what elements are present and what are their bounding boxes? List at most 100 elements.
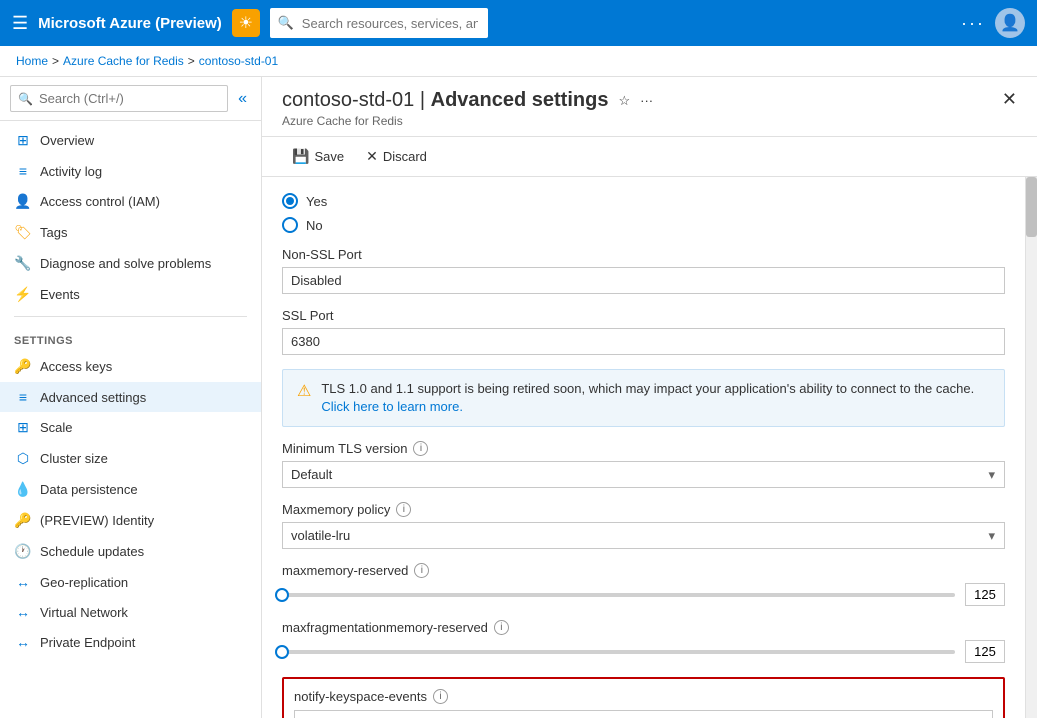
maxfragmentation-value-input[interactable] [965,640,1005,663]
events-icon: ⚡ [14,286,32,303]
tls-warning-text: TLS 1.0 and 1.1 support is being retired… [321,380,990,416]
access-keys-icon: 🔑 [14,358,32,375]
tls-learn-more-link[interactable]: Click here to learn more. [321,399,463,414]
radio-no[interactable]: No [282,217,1005,233]
sidebar-item-cluster-size[interactable]: ⬡ Cluster size [0,443,261,474]
sidebar-search-icon: 🔍 [18,92,33,106]
maxfragmentation-info-icon[interactable]: i [494,620,509,635]
ssl-port-input[interactable] [282,328,1005,355]
breadcrumb-resource[interactable]: contoso-std-01 [199,54,278,68]
maxfragmentation-label: maxfragmentationmemory-reserved i [282,620,1005,635]
min-tls-info-icon[interactable]: i [413,441,428,456]
more-options-icon[interactable]: ··· [961,13,985,34]
radio-yes-circle [282,193,298,209]
min-tls-label: Minimum TLS version i [282,441,1005,456]
yes-no-radio-group: Yes No [282,193,1005,233]
radio-yes[interactable]: Yes [282,193,1005,209]
min-tls-group: Minimum TLS version i Default ▾ [282,441,1005,488]
search-icon: 🔍 [278,15,294,31]
sidebar-item-label: Overview [40,133,94,148]
maxmemory-policy-select-wrap: volatile-lru ▾ [282,522,1005,549]
sidebar-item-diagnose[interactable]: 🔧 Diagnose and solve problems [0,248,261,279]
save-icon: 💾 [292,148,309,165]
resource-name: contoso-std-01 [282,89,414,111]
right-scrollbar[interactable] [1025,177,1037,718]
non-ssl-port-label: Non-SSL Port [282,247,1005,262]
maxmemory-policy-group: Maxmemory policy i volatile-lru ▾ [282,502,1005,549]
sidebar-collapse-btn[interactable]: « [234,88,251,110]
sun-icon: ☀ [239,13,253,33]
sidebar-item-private-endpoint[interactable]: ↔ Private Endpoint [0,627,261,657]
sidebar-item-access-control[interactable]: 👤 Access control (IAM) [0,186,261,217]
overview-icon: ⊞ [14,132,32,149]
maxmemory-reserved-fill [282,593,942,597]
sidebar-item-overview[interactable]: ⊞ Overview [0,125,261,156]
maxmemory-reserved-label: maxmemory-reserved i [282,563,1005,578]
hamburger-icon[interactable]: ☰ [12,13,28,34]
maxfragmentation-track [282,650,955,654]
maxmemory-reserved-slider-row [282,583,1005,606]
scrollbar-thumb [1026,177,1037,237]
sidebar-item-label: Geo-replication [40,575,128,590]
maxmemory-reserved-value-input[interactable] [965,583,1005,606]
min-tls-select[interactable]: Default [282,461,1005,488]
global-search-input[interactable] [270,8,488,38]
ssl-port-group: SSL Port [282,308,1005,355]
maxmemory-policy-label: Maxmemory policy i [282,502,1005,517]
sidebar-item-access-keys[interactable]: 🔑 Access keys [0,351,261,382]
sidebar-search-input[interactable] [10,85,228,112]
scale-icon: ⊞ [14,419,32,436]
tags-icon: 🏷 [14,224,32,241]
topbar: ☰ Microsoft Azure (Preview) ☀ 🔍 ··· 👤 [0,0,1037,46]
settings-section-label: Settings [0,323,261,351]
sidebar-item-schedule-updates[interactable]: 🕐 Schedule updates [0,536,261,567]
sidebar-item-label: Tags [40,225,67,240]
radio-no-label: No [306,218,323,233]
maxfragmentation-slider-row [282,640,1005,663]
maxfragmentation-thumb[interactable] [275,645,289,659]
radio-no-circle [282,217,298,233]
maxmemory-reserved-thumb[interactable] [275,588,289,602]
maxmemory-reserved-info-icon[interactable]: i [414,563,429,578]
avatar[interactable]: 👤 [995,8,1025,38]
sidebar-item-activity-log[interactable]: ≡ Activity log [0,156,261,186]
global-search-wrap: 🔍 [270,8,606,38]
sidebar-item-label: Advanced settings [40,390,146,405]
discard-button[interactable]: ✕ Discard [356,143,437,170]
breadcrumb-home[interactable]: Home [16,54,48,68]
ssl-port-label: SSL Port [282,308,1005,323]
warning-triangle-icon: ⚠ [297,381,311,403]
maxmemory-policy-select[interactable]: volatile-lru [282,522,1005,549]
page-title: contoso-std-01 | Advanced settings [282,89,608,112]
close-button[interactable]: ✕ [1002,89,1017,110]
sidebar-item-label: Cluster size [40,451,108,466]
notify-keyspace-info-icon[interactable]: i [433,689,448,704]
sidebar-item-advanced-settings[interactable]: ≡ Advanced settings [0,382,261,412]
sidebar-item-tags[interactable]: 🏷 Tags [0,217,261,248]
user-icon: 👤 [1000,13,1020,33]
geo-replication-icon: ↔ [14,574,32,590]
sidebar-item-events[interactable]: ⚡ Events [0,279,261,310]
maxmemory-policy-info-icon[interactable]: i [396,502,411,517]
access-control-icon: 👤 [14,193,32,210]
save-button[interactable]: 💾 Save [282,143,354,170]
non-ssl-port-input[interactable] [282,267,1005,294]
favorite-icon[interactable]: ☆ [618,93,630,109]
schedule-updates-icon: 🕐 [14,543,32,560]
sidebar-item-label: Private Endpoint [40,635,135,650]
sidebar-item-data-persistence[interactable]: 💧 Data persistence [0,474,261,505]
sidebar-item-scale[interactable]: ⊞ Scale [0,412,261,443]
sidebar-search-wrap: 🔍 « [0,77,261,121]
sidebar-item-label: Schedule updates [40,544,144,559]
sidebar-item-virtual-network[interactable]: ↔ Virtual Network [0,597,261,627]
sidebar-item-label: Access control (IAM) [40,194,160,209]
breadcrumb-cache[interactable]: Azure Cache for Redis [63,54,184,68]
sidebar-item-geo-replication[interactable]: ↔ Geo-replication [0,567,261,597]
sidebar-item-identity[interactable]: 🔑 (PREVIEW) Identity [0,505,261,536]
sidebar-item-label: Virtual Network [40,605,128,620]
sidebar-item-label: Access keys [40,359,112,374]
panel-more-icon[interactable]: ··· [640,93,653,108]
activity-log-icon: ≡ [14,163,32,179]
sidebar-item-label: Events [40,287,80,302]
panel-title-row: contoso-std-01 | Advanced settings ☆ ··· [282,89,653,112]
